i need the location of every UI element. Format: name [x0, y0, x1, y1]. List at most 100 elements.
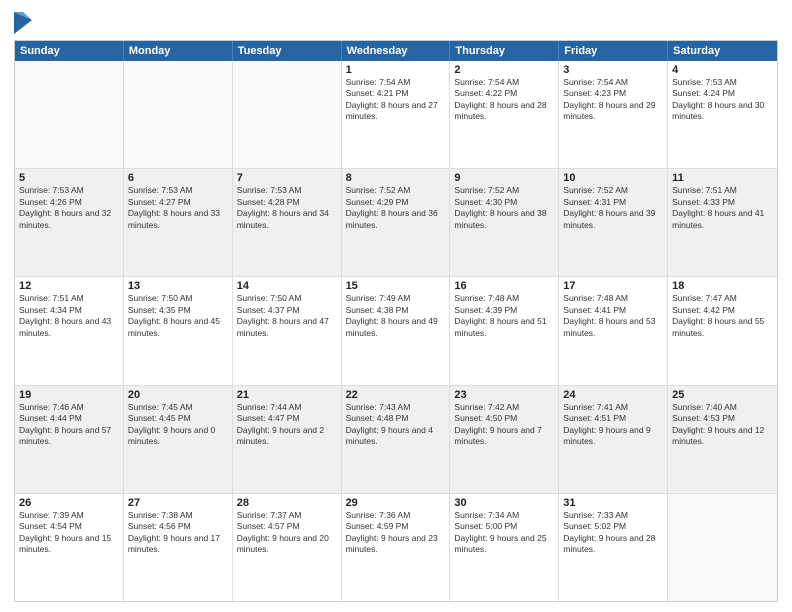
- calendar-week: 5Sunrise: 7:53 AM Sunset: 4:26 PM Daylig…: [15, 169, 777, 277]
- cell-text: Sunrise: 7:37 AM Sunset: 4:57 PM Dayligh…: [237, 510, 337, 556]
- day-number: 13: [128, 280, 228, 292]
- cell-text: Sunrise: 7:51 AM Sunset: 4:34 PM Dayligh…: [19, 293, 119, 339]
- day-number: 12: [19, 280, 119, 292]
- day-number: 27: [128, 497, 228, 509]
- calendar-cell: 12Sunrise: 7:51 AM Sunset: 4:34 PM Dayli…: [15, 277, 124, 384]
- cell-text: Sunrise: 7:43 AM Sunset: 4:48 PM Dayligh…: [346, 402, 446, 448]
- calendar-cell: 29Sunrise: 7:36 AM Sunset: 4:59 PM Dayli…: [342, 494, 451, 601]
- day-number: 7: [237, 172, 337, 184]
- calendar-cell: 6Sunrise: 7:53 AM Sunset: 4:27 PM Daylig…: [124, 169, 233, 276]
- calendar-cell: 22Sunrise: 7:43 AM Sunset: 4:48 PM Dayli…: [342, 386, 451, 493]
- calendar-cell: 11Sunrise: 7:51 AM Sunset: 4:33 PM Dayli…: [668, 169, 777, 276]
- calendar-cell: 10Sunrise: 7:52 AM Sunset: 4:31 PM Dayli…: [559, 169, 668, 276]
- cell-text: Sunrise: 7:38 AM Sunset: 4:56 PM Dayligh…: [128, 510, 228, 556]
- day-number: 8: [346, 172, 446, 184]
- calendar-cell: 24Sunrise: 7:41 AM Sunset: 4:51 PM Dayli…: [559, 386, 668, 493]
- calendar-cell: [233, 61, 342, 168]
- day-number: 21: [237, 389, 337, 401]
- calendar-week: 1Sunrise: 7:54 AM Sunset: 4:21 PM Daylig…: [15, 61, 777, 169]
- page: SundayMondayTuesdayWednesdayThursdayFrid…: [0, 0, 792, 612]
- cell-text: Sunrise: 7:53 AM Sunset: 4:28 PM Dayligh…: [237, 185, 337, 231]
- cell-text: Sunrise: 7:50 AM Sunset: 4:37 PM Dayligh…: [237, 293, 337, 339]
- cell-text: Sunrise: 7:34 AM Sunset: 5:00 PM Dayligh…: [454, 510, 554, 556]
- calendar-cell: 20Sunrise: 7:45 AM Sunset: 4:45 PM Dayli…: [124, 386, 233, 493]
- day-number: 31: [563, 497, 663, 509]
- calendar-cell: 25Sunrise: 7:40 AM Sunset: 4:53 PM Dayli…: [668, 386, 777, 493]
- cell-text: Sunrise: 7:47 AM Sunset: 4:42 PM Dayligh…: [672, 293, 773, 339]
- day-number: 25: [672, 389, 773, 401]
- calendar-cell: 9Sunrise: 7:52 AM Sunset: 4:30 PM Daylig…: [450, 169, 559, 276]
- calendar-cell: 19Sunrise: 7:46 AM Sunset: 4:44 PM Dayli…: [15, 386, 124, 493]
- calendar-cell: 13Sunrise: 7:50 AM Sunset: 4:35 PM Dayli…: [124, 277, 233, 384]
- calendar-cell: 2Sunrise: 7:54 AM Sunset: 4:22 PM Daylig…: [450, 61, 559, 168]
- cell-text: Sunrise: 7:51 AM Sunset: 4:33 PM Dayligh…: [672, 185, 773, 231]
- cell-text: Sunrise: 7:39 AM Sunset: 4:54 PM Dayligh…: [19, 510, 119, 556]
- day-number: 17: [563, 280, 663, 292]
- cell-text: Sunrise: 7:36 AM Sunset: 4:59 PM Dayligh…: [346, 510, 446, 556]
- day-number: 22: [346, 389, 446, 401]
- logo-icon: [14, 12, 32, 34]
- day-number: 4: [672, 64, 773, 76]
- calendar-cell: 8Sunrise: 7:52 AM Sunset: 4:29 PM Daylig…: [342, 169, 451, 276]
- calendar-cell: 27Sunrise: 7:38 AM Sunset: 4:56 PM Dayli…: [124, 494, 233, 601]
- calendar-cell: 26Sunrise: 7:39 AM Sunset: 4:54 PM Dayli…: [15, 494, 124, 601]
- day-number: 14: [237, 280, 337, 292]
- calendar-header-cell: Tuesday: [233, 41, 342, 61]
- day-number: 30: [454, 497, 554, 509]
- calendar-header-cell: Monday: [124, 41, 233, 61]
- cell-text: Sunrise: 7:40 AM Sunset: 4:53 PM Dayligh…: [672, 402, 773, 448]
- day-number: 15: [346, 280, 446, 292]
- day-number: 20: [128, 389, 228, 401]
- calendar: SundayMondayTuesdayWednesdayThursdayFrid…: [14, 40, 778, 602]
- calendar-cell: 23Sunrise: 7:42 AM Sunset: 4:50 PM Dayli…: [450, 386, 559, 493]
- cell-text: Sunrise: 7:53 AM Sunset: 4:26 PM Dayligh…: [19, 185, 119, 231]
- calendar-header: SundayMondayTuesdayWednesdayThursdayFrid…: [15, 41, 777, 61]
- day-number: 6: [128, 172, 228, 184]
- cell-text: Sunrise: 7:44 AM Sunset: 4:47 PM Dayligh…: [237, 402, 337, 448]
- calendar-week: 19Sunrise: 7:46 AM Sunset: 4:44 PM Dayli…: [15, 386, 777, 494]
- cell-text: Sunrise: 7:45 AM Sunset: 4:45 PM Dayligh…: [128, 402, 228, 448]
- day-number: 26: [19, 497, 119, 509]
- cell-text: Sunrise: 7:54 AM Sunset: 4:22 PM Dayligh…: [454, 77, 554, 123]
- header: [14, 10, 778, 34]
- day-number: 5: [19, 172, 119, 184]
- day-number: 16: [454, 280, 554, 292]
- calendar-cell: 7Sunrise: 7:53 AM Sunset: 4:28 PM Daylig…: [233, 169, 342, 276]
- cell-text: Sunrise: 7:50 AM Sunset: 4:35 PM Dayligh…: [128, 293, 228, 339]
- calendar-header-cell: Thursday: [450, 41, 559, 61]
- cell-text: Sunrise: 7:33 AM Sunset: 5:02 PM Dayligh…: [563, 510, 663, 556]
- day-number: 3: [563, 64, 663, 76]
- cell-text: Sunrise: 7:46 AM Sunset: 4:44 PM Dayligh…: [19, 402, 119, 448]
- day-number: 23: [454, 389, 554, 401]
- cell-text: Sunrise: 7:41 AM Sunset: 4:51 PM Dayligh…: [563, 402, 663, 448]
- day-number: 1: [346, 64, 446, 76]
- calendar-header-cell: Saturday: [668, 41, 777, 61]
- calendar-header-cell: Wednesday: [342, 41, 451, 61]
- calendar-cell: 1Sunrise: 7:54 AM Sunset: 4:21 PM Daylig…: [342, 61, 451, 168]
- cell-text: Sunrise: 7:52 AM Sunset: 4:29 PM Dayligh…: [346, 185, 446, 231]
- day-number: 2: [454, 64, 554, 76]
- day-number: 10: [563, 172, 663, 184]
- cell-text: Sunrise: 7:42 AM Sunset: 4:50 PM Dayligh…: [454, 402, 554, 448]
- calendar-week: 26Sunrise: 7:39 AM Sunset: 4:54 PM Dayli…: [15, 494, 777, 601]
- cell-text: Sunrise: 7:53 AM Sunset: 4:27 PM Dayligh…: [128, 185, 228, 231]
- cell-text: Sunrise: 7:52 AM Sunset: 4:31 PM Dayligh…: [563, 185, 663, 231]
- cell-text: Sunrise: 7:48 AM Sunset: 4:39 PM Dayligh…: [454, 293, 554, 339]
- calendar-cell: 5Sunrise: 7:53 AM Sunset: 4:26 PM Daylig…: [15, 169, 124, 276]
- calendar-cell: [124, 61, 233, 168]
- cell-text: Sunrise: 7:48 AM Sunset: 4:41 PM Dayligh…: [563, 293, 663, 339]
- day-number: 28: [237, 497, 337, 509]
- cell-text: Sunrise: 7:53 AM Sunset: 4:24 PM Dayligh…: [672, 77, 773, 123]
- calendar-cell: [668, 494, 777, 601]
- calendar-cell: 30Sunrise: 7:34 AM Sunset: 5:00 PM Dayli…: [450, 494, 559, 601]
- cell-text: Sunrise: 7:52 AM Sunset: 4:30 PM Dayligh…: [454, 185, 554, 231]
- calendar-cell: 21Sunrise: 7:44 AM Sunset: 4:47 PM Dayli…: [233, 386, 342, 493]
- calendar-week: 12Sunrise: 7:51 AM Sunset: 4:34 PM Dayli…: [15, 277, 777, 385]
- calendar-cell: 14Sunrise: 7:50 AM Sunset: 4:37 PM Dayli…: [233, 277, 342, 384]
- calendar-cell: 31Sunrise: 7:33 AM Sunset: 5:02 PM Dayli…: [559, 494, 668, 601]
- day-number: 18: [672, 280, 773, 292]
- day-number: 11: [672, 172, 773, 184]
- calendar-cell: 17Sunrise: 7:48 AM Sunset: 4:41 PM Dayli…: [559, 277, 668, 384]
- logo: [14, 12, 34, 34]
- calendar-cell: 3Sunrise: 7:54 AM Sunset: 4:23 PM Daylig…: [559, 61, 668, 168]
